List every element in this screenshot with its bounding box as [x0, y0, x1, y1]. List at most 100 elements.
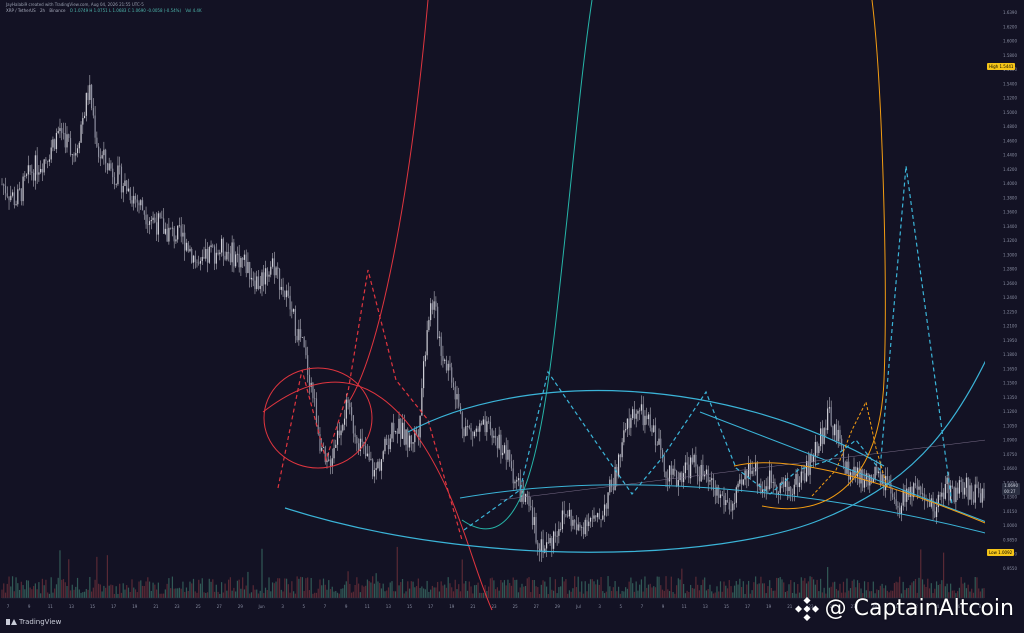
- volume-bar: [173, 588, 175, 598]
- time-tick-label: 9: [662, 604, 665, 609]
- volume-bar: [349, 583, 351, 598]
- volume-bar: [612, 587, 614, 598]
- candle-body: [732, 503, 734, 511]
- candle-body: [674, 468, 676, 472]
- candle-body: [828, 407, 831, 409]
- volume-bar: [442, 585, 444, 598]
- price-tick-label: 1.3000: [1003, 252, 1017, 257]
- candle-body: [473, 431, 476, 437]
- volume-bar: [94, 579, 96, 598]
- candle-body: [489, 421, 491, 430]
- candle-body: [593, 515, 595, 519]
- volume-bar: [408, 588, 411, 598]
- candle-body: [733, 502, 736, 504]
- candle-body: [398, 418, 400, 434]
- candle-body: [809, 454, 811, 475]
- candle-body: [760, 483, 762, 494]
- candle-body: [790, 486, 792, 495]
- volume-bar: [22, 585, 24, 598]
- candle-body: [256, 276, 258, 290]
- candle-body: [466, 425, 469, 427]
- candle-body: [512, 468, 514, 484]
- volume-bar: [62, 579, 65, 598]
- candle-body: [386, 438, 388, 445]
- candle-body: [602, 515, 604, 520]
- candle-body: [366, 453, 368, 457]
- volume-bar: [178, 587, 181, 598]
- volume-bar: [686, 590, 688, 598]
- candle-body: [236, 253, 238, 255]
- candle-body: [784, 478, 787, 487]
- candle-body: [484, 419, 486, 433]
- volume-bar: [175, 588, 177, 598]
- candle-body: [804, 473, 806, 482]
- chart-area[interactable]: 1.63901.62001.60001.58001.56001.54001.52…: [0, 0, 1024, 629]
- volume-bar: [723, 581, 725, 598]
- tradingview-logo[interactable]: TradingView: [6, 618, 61, 626]
- volume-bar: [730, 586, 732, 598]
- volume-bar: [110, 584, 112, 598]
- volume-bar: [700, 585, 702, 598]
- candle-body: [368, 453, 370, 461]
- candle-body: [20, 188, 22, 202]
- time-tick-label: 5: [303, 604, 306, 609]
- candle-body: [196, 261, 198, 263]
- volume-bar: [324, 584, 326, 598]
- symbol-name[interactable]: XRP / TetherUS: [6, 8, 36, 13]
- candle-body: [268, 274, 270, 277]
- price-tick-label: 1.2800: [1003, 267, 1017, 272]
- volume-bar: [289, 592, 291, 598]
- candle-body: [983, 488, 985, 499]
- candle-body: [740, 479, 743, 485]
- candle-body: [449, 363, 451, 368]
- candle-body: [442, 355, 444, 361]
- candle-body: [377, 461, 379, 469]
- volume-bar: [82, 592, 84, 598]
- candle-body: [345, 399, 347, 419]
- time-tick-label: 21: [470, 604, 476, 609]
- volume-bar: [259, 590, 261, 598]
- candle-body: [48, 159, 51, 162]
- price-tick-label: 1.5200: [1003, 96, 1017, 101]
- volume-bar: [668, 591, 671, 598]
- volume-bar: [208, 578, 210, 598]
- candle-body: [893, 497, 896, 500]
- volume-bar: [577, 576, 579, 598]
- candle-body: [435, 301, 437, 307]
- volume-bar: [50, 577, 52, 598]
- volume-bar: [899, 576, 901, 598]
- volume-bar: [198, 579, 200, 598]
- candle-body: [628, 418, 630, 428]
- candle-body: [284, 290, 286, 298]
- candle-body: [596, 513, 599, 518]
- price-chart[interactable]: 1.63901.62001.60001.58001.56001.54001.52…: [0, 0, 1024, 629]
- volume-bar: [38, 582, 40, 598]
- candle-body: [510, 461, 513, 469]
- volume-bar: [263, 592, 265, 598]
- candle-body: [531, 507, 534, 526]
- interval-label[interactable]: 2h: [40, 8, 45, 13]
- volume-bar: [386, 590, 388, 598]
- candle-body: [428, 320, 430, 331]
- candle-body: [651, 427, 653, 432]
- volume-bar: [582, 593, 585, 598]
- volume-bar: [732, 592, 734, 598]
- time-tick-label: 15: [90, 604, 96, 609]
- candle-body: [480, 423, 483, 425]
- volume-bar: [372, 576, 374, 598]
- volume-bar: [80, 592, 82, 598]
- volume-bar: [719, 581, 722, 598]
- candle-body: [87, 92, 89, 100]
- volume-bar: [493, 580, 495, 598]
- candle-body: [315, 398, 318, 426]
- volume-bar: [804, 578, 806, 598]
- candle-body: [1, 183, 3, 185]
- candle-body: [906, 488, 908, 502]
- candle-body: [57, 131, 59, 133]
- volume-bar: [182, 581, 184, 598]
- candle-body: [618, 454, 620, 477]
- candle-body: [229, 253, 231, 263]
- candle-body: [264, 268, 267, 285]
- candle-body: [350, 407, 353, 416]
- time-tick-label: 27: [217, 604, 223, 609]
